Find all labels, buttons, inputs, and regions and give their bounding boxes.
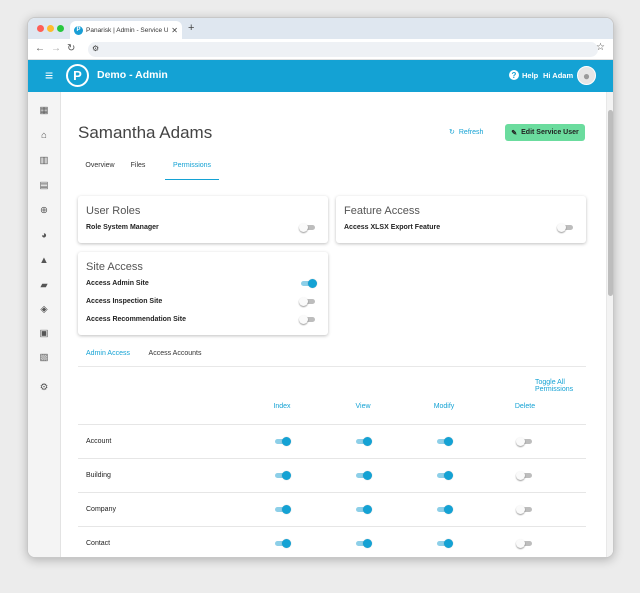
permission-toggle-delete[interactable] [516,539,534,548]
app-header: ≡ P Demo - Admin ? Help Hi Adam ● [28,60,613,92]
back-icon[interactable]: ← [35,43,45,54]
permission-toggle-view[interactable] [354,505,372,514]
maximize-window-button[interactable] [57,25,64,32]
permission-toggle-modify[interactable] [435,539,453,548]
app-logo[interactable]: P [66,64,89,87]
feature-access-card: Feature Access Access XLSX Export Featur… [336,196,586,243]
user-roles-title: User Roles [86,205,141,217]
subtab-admin-access[interactable]: Admin Access [78,350,138,367]
access-recommendation-site-toggle[interactable] [299,315,317,324]
feature-access-title: Feature Access [344,205,420,217]
xlsx-export-label: Access XLSX Export Feature [344,224,441,231]
role-system-manager-label: Role System Manager [86,224,159,231]
forward-icon[interactable]: → [51,43,61,54]
help-link[interactable]: Help [522,71,538,80]
column-header-index: Index [273,403,291,410]
access-recommendation-site-label: Access Recommendation Site [86,316,186,323]
bookmark-star-icon[interactable]: ☆ [596,42,605,53]
permission-toggle-view[interactable] [354,539,372,548]
user-greeting[interactable]: Hi Adam [543,71,573,80]
main-content: Samantha Adams ↻ Refresh ✎ Edit Service … [61,92,605,557]
row-label: Building [86,472,111,479]
permission-toggle-modify[interactable] [435,471,453,480]
column-header-modify: Modify [433,403,455,410]
menu-icon[interactable]: ≡ [45,67,53,83]
access-admin-site-label: Access Admin Site [86,280,149,287]
sidebar: ▦ ⌂ ▥ ▤ ⊕ ◕ ▲ ▰ ◈ ▣ ▧ ⚙ [28,92,61,557]
access-admin-site-toggle[interactable] [299,279,317,288]
shield-icon[interactable]: ◈ [38,303,50,315]
bus-icon[interactable]: ▧ [38,351,50,363]
browser-tab[interactable]: P Panarisk | Admin - Service User ✕ [70,21,182,39]
permission-toggle-delete[interactable] [516,437,534,446]
permission-toggle-index[interactable] [273,471,291,480]
badge-icon[interactable]: ▣ [38,327,50,339]
file-icon[interactable]: ▰ [38,279,50,291]
app-title: Demo - Admin [97,69,168,81]
subtabs-divider [78,366,586,367]
edit-service-user-button[interactable]: ✎ Edit Service User [505,124,585,141]
help-icon[interactable]: ? [509,70,519,80]
user-roles-card: User Roles Role System Manager [78,196,328,243]
url-input[interactable]: ⚙ [88,42,598,57]
table-row: Contact [78,526,586,557]
refresh-button[interactable]: ↻ Refresh [449,128,484,137]
address-bar: ← → ↻ ⚙ ☆ [28,39,613,60]
permission-toggle-modify[interactable] [435,505,453,514]
avatar[interactable]: ● [577,66,596,85]
table-row: Account [78,424,586,458]
site-access-title: Site Access [86,261,143,273]
tab-overview[interactable]: Overview [85,162,115,180]
subtab-access-accounts[interactable]: Access Accounts [145,350,205,367]
toggle-all-permissions-link[interactable]: Toggle All Permissions [535,379,605,393]
settings-icon[interactable]: ⚙ [38,381,50,393]
role-system-manager-toggle[interactable] [299,223,317,232]
column-header-delete: Delete [514,403,536,410]
table-row: Company [78,492,586,526]
xlsx-export-toggle[interactable] [557,223,575,232]
new-tab-icon[interactable]: + [188,22,194,34]
favicon-icon: P [74,25,83,35]
pencil-icon: ✎ [511,129,518,137]
permission-toggle-index[interactable] [273,505,291,514]
row-label: Contact [86,540,111,547]
refresh-icon: ↻ [449,129,455,136]
permission-toggle-index[interactable] [273,539,291,548]
site-settings-icon[interactable]: ⚙ [92,44,99,53]
search-zoom-icon[interactable]: ⊕ [38,204,50,216]
browser-window: P Panarisk | Admin - Service User ✕ + ← … [27,17,614,558]
refresh-label: Refresh [458,128,484,136]
tab-files[interactable]: Files [128,162,148,180]
warning-icon[interactable]: ▲ [38,254,50,266]
map-icon[interactable]: ▤ [38,179,50,191]
building-icon[interactable]: ▥ [38,154,50,166]
close-tab-icon[interactable]: ✕ [171,26,182,35]
permission-toggle-view[interactable] [354,437,372,446]
dashboard-icon[interactable]: ▦ [38,104,50,116]
row-label: Company [86,506,116,513]
column-header-view: View [355,403,371,410]
permission-toggle-delete[interactable] [516,471,534,480]
permission-toggle-index[interactable] [273,437,291,446]
browser-tabbar: P Panarisk | Admin - Service User ✕ + [28,18,613,39]
tab-permissions[interactable]: Permissions [165,162,219,180]
reload-icon[interactable]: ↻ [67,43,75,54]
access-inspection-site-label: Access Inspection Site [86,298,163,305]
permission-toggle-delete[interactable] [516,505,534,514]
table-row: Building [78,458,586,492]
close-window-button[interactable] [37,25,44,32]
access-inspection-site-toggle[interactable] [299,297,317,306]
edit-button-label: Edit Service User [521,129,579,136]
page-title: Samantha Adams [78,123,213,142]
bank-icon[interactable]: ⌂ [38,129,50,141]
browser-tab-title: Panarisk | Admin - Service User [86,26,169,34]
permission-toggle-modify[interactable] [435,437,453,446]
site-access-card: Site Access Access Admin Site Access Ins… [78,252,328,335]
row-label: Account [86,438,112,445]
permission-toggle-view[interactable] [354,471,372,480]
scrollbar[interactable] [606,92,613,557]
pie-icon[interactable]: ◕ [38,229,50,241]
minimize-window-button[interactable] [47,25,54,32]
scrollbar-thumb[interactable] [608,110,613,296]
